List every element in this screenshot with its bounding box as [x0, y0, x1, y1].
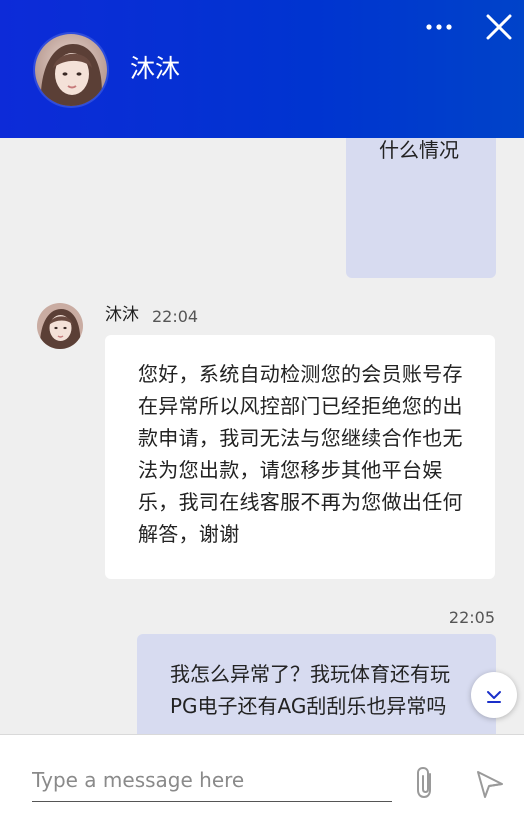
- sender-name: 沐沐: [105, 305, 139, 325]
- sent-message-bubble: 什么情况: [346, 138, 496, 278]
- message-timestamp: 22:05: [448, 608, 495, 627]
- message-input[interactable]: [32, 759, 392, 802]
- more-horizontal-icon[interactable]: [424, 14, 454, 40]
- chevron-down-icon: [487, 691, 501, 703]
- contact-avatar[interactable]: [35, 34, 107, 106]
- message-text: 什么情况: [379, 138, 459, 162]
- paperclip-icon[interactable]: [410, 765, 440, 801]
- chat-header: 沐沐: [0, 0, 524, 138]
- message-text: 我怎么异常了？我玩体育还有玩PG电子还有AG刮刮乐也异常吗: [170, 662, 450, 718]
- received-message-bubble: 您好，系统自动检测您的会员账号存在异常所以风控部门已经拒绝您的出款申请，我司无法…: [105, 335, 495, 579]
- contact-name: 沐沐: [130, 54, 181, 83]
- close-icon[interactable]: [484, 12, 514, 42]
- scroll-to-bottom-button[interactable]: [471, 672, 517, 718]
- sent-message-bubble: 我怎么异常了？我玩体育还有玩PG电子还有AG刮刮乐也异常吗: [137, 634, 496, 734]
- message-list[interactable]: 什么情况 沐沐 22:04 您好，系统自动检测您的会员账号存在异常所以风控部门已…: [0, 138, 524, 734]
- sender-avatar[interactable]: [37, 303, 83, 349]
- message-text: 您好，系统自动检测您的会员账号存在异常所以风控部门已经拒绝您的出款申请，我司无法…: [138, 362, 463, 546]
- message-timestamp: 22:04: [152, 307, 199, 326]
- chat-window: 沐沐 什么情况 沐沐 22:04 您好，系统自动检测您的会员账号存在异常所以风控…: [0, 0, 524, 834]
- message-composer: [0, 734, 524, 834]
- send-icon[interactable]: [474, 768, 506, 800]
